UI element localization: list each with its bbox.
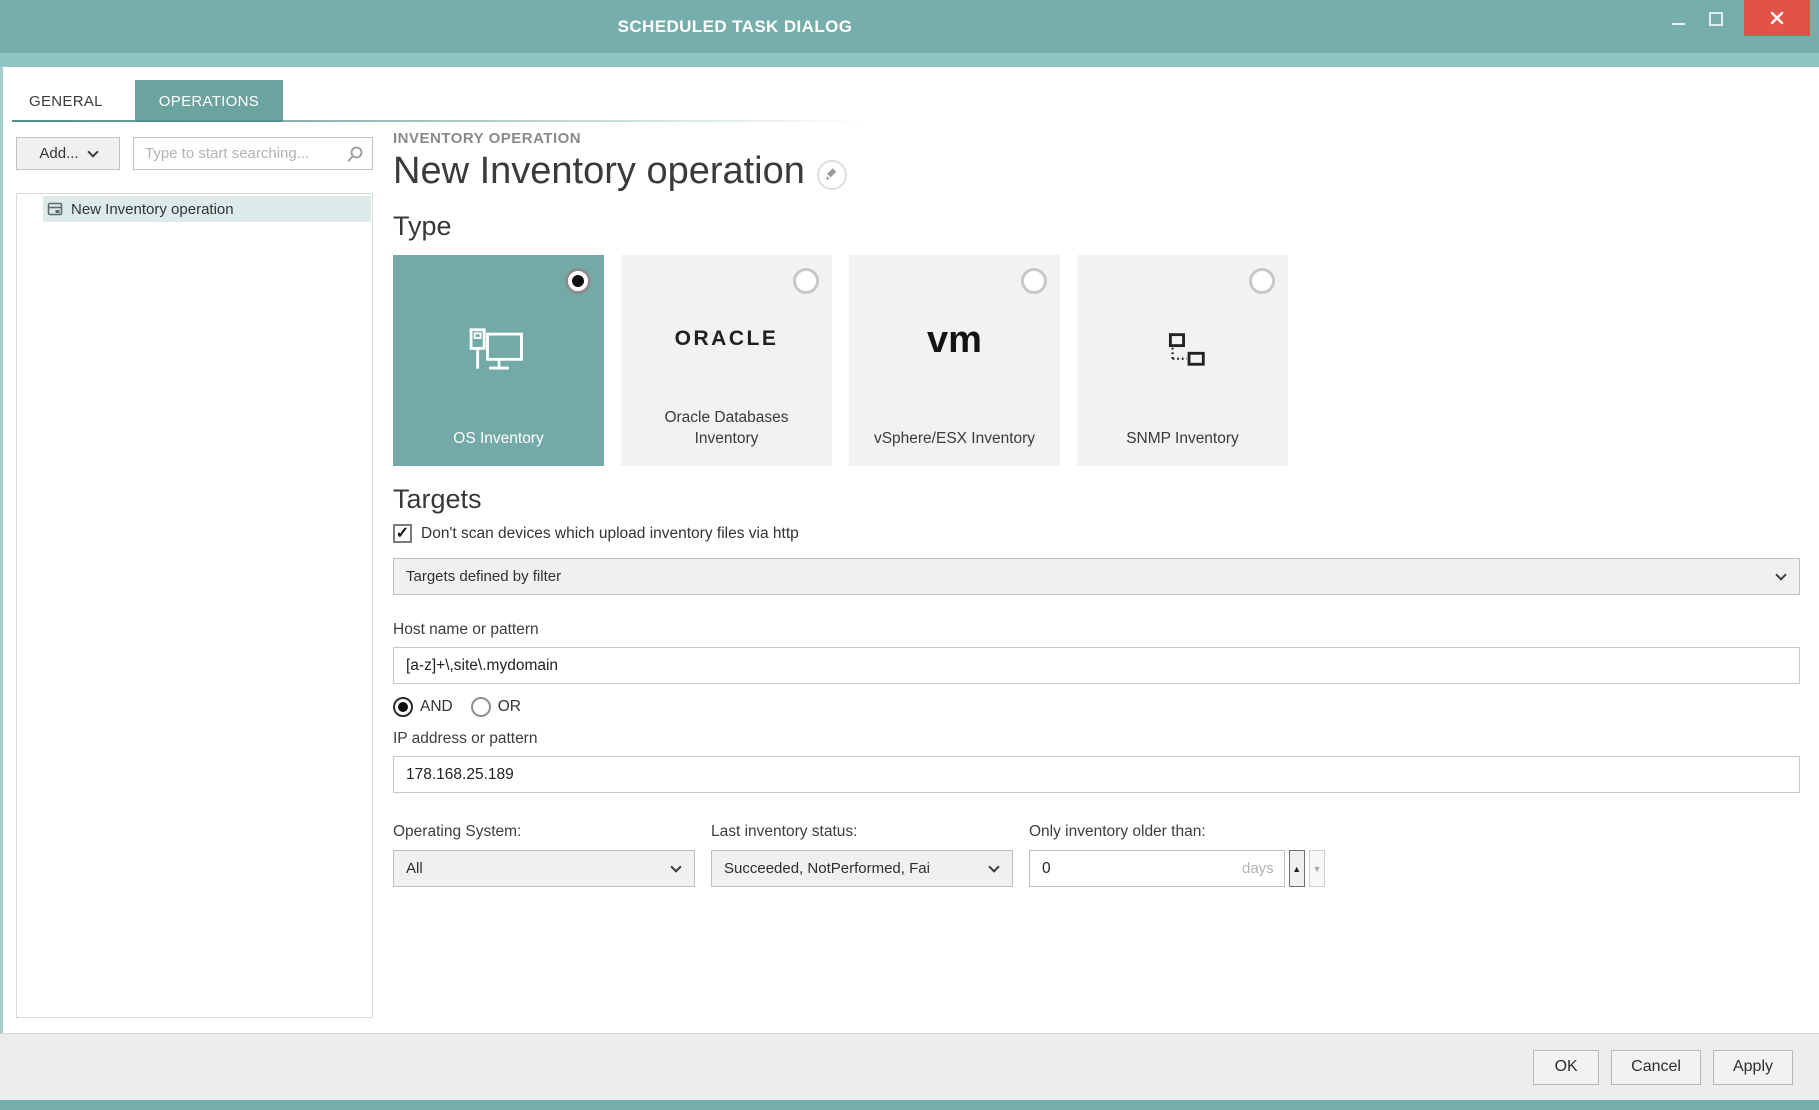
operation-icon (47, 202, 63, 215)
radio-os-inventory[interactable] (565, 268, 591, 294)
operating-system-value: All (406, 860, 423, 877)
chevron-down-icon (86, 145, 99, 158)
card-vsphere-esx[interactable]: vm vSphere/ESX Inventory (849, 255, 1060, 466)
operating-system-select[interactable]: All (393, 850, 695, 887)
radio-dot (398, 702, 408, 712)
spin-up-button[interactable]: ▲ (1288, 850, 1305, 887)
ip-pattern-input[interactable] (393, 756, 1800, 793)
and-radio[interactable] (393, 697, 413, 717)
type-heading: Type (393, 211, 452, 241)
card-label: Oracle Databases Inventory (664, 409, 789, 448)
chevron-down-icon (988, 860, 1000, 873)
card-label: SNMP Inventory (1126, 430, 1239, 448)
os-inventory-icon (469, 328, 523, 370)
sidebar: Add... New Inventory operation (16, 137, 373, 1018)
search-box[interactable] (133, 137, 373, 170)
inventory-older-label: Only inventory older than: (1029, 823, 1206, 840)
card-label: vSphere/ESX Inventory (873, 430, 1036, 448)
type-cards: OS Inventory ORACLE Oracle Databases Inv… (393, 255, 1800, 466)
sidebar-toolbar: Add... (16, 137, 373, 170)
inventory-status-value: Succeeded, NotPerformed, Fai (724, 860, 930, 877)
operating-system-label: Operating System: (393, 823, 522, 840)
maximize-button[interactable] (1698, 0, 1734, 38)
radio-oracle-databases[interactable] (793, 268, 819, 294)
main-content: INVENTORY OPERATION New Inventory operat… (393, 130, 1800, 887)
inventory-older-field: Only inventory older than: days ▲ ▼ (1029, 823, 1325, 887)
oracle-logo: ORACLE (674, 327, 779, 350)
and-radio-label: AND (420, 698, 453, 715)
search-icon (347, 146, 363, 162)
arrow-up-icon: ▲ (1292, 863, 1302, 874)
inventory-status-field: Last inventory status: Succeeded, NotPer… (711, 823, 1013, 887)
snmp-icon (1168, 333, 1205, 366)
logic-radio-group: AND OR (393, 697, 1800, 717)
chevron-down-icon (670, 860, 682, 873)
check-icon: ✓ (395, 524, 410, 542)
radio-dot (572, 275, 584, 287)
host-pattern-input[interactable] (393, 647, 1800, 684)
left-accent-edge (0, 67, 3, 1100)
list-item-new-inventory-operation[interactable]: New Inventory operation (43, 196, 371, 222)
titlebar-accent-strip (0, 53, 1819, 67)
radio-snmp-inventory[interactable] (1249, 268, 1275, 294)
targets-heading: Targets (393, 484, 482, 514)
card-os-inventory[interactable]: OS Inventory (393, 255, 604, 466)
page-title: New Inventory operation (393, 150, 805, 192)
or-radio[interactable] (470, 697, 491, 717)
title-row: New Inventory operation (393, 150, 1800, 193)
inventory-status-select[interactable]: Succeeded, NotPerformed, Fai (711, 850, 1013, 887)
tab-underline (12, 120, 870, 122)
filter-options-row: Operating System: All Last inventory sta… (393, 823, 1800, 887)
http-upload-checkbox-label: Don't scan devices which upload inventor… (421, 524, 799, 542)
tab-bar: GENERAL OPERATIONS (0, 80, 284, 122)
or-radio-label: OR (497, 698, 521, 715)
scheduled-task-dialog: SCHEDULED TASK DIALOG GENERAL OPERATIONS… (0, 0, 1819, 1110)
list-item-label: New Inventory operation (71, 200, 234, 218)
radio-option-and[interactable]: AND (393, 697, 453, 717)
close-icon (1770, 11, 1784, 25)
chevron-down-icon (1775, 568, 1787, 581)
edit-title-button[interactable] (816, 159, 847, 190)
operations-list-panel: New Inventory operation (16, 193, 373, 1018)
card-oracle-databases[interactable]: ORACLE Oracle Databases Inventory (621, 255, 832, 466)
apply-button[interactable]: Apply (1712, 1049, 1793, 1085)
radio-option-or[interactable]: OR (470, 697, 521, 717)
radio-vsphere-esx[interactable] (1021, 268, 1047, 294)
spin-down-button[interactable]: ▼ (1308, 850, 1325, 887)
days-input-box[interactable]: days (1029, 850, 1285, 887)
inventory-status-label: Last inventory status: (711, 823, 858, 840)
http-upload-checkbox[interactable]: ✓ (393, 524, 412, 543)
targets-filter-select[interactable]: Targets defined by filter (393, 558, 1800, 595)
minimize-button[interactable] (1660, 0, 1696, 38)
days-input[interactable] (1042, 859, 1242, 878)
minimize-icon (1671, 23, 1685, 25)
cancel-button[interactable]: Cancel (1611, 1049, 1701, 1085)
search-input[interactable] (145, 145, 346, 162)
titlebar: SCHEDULED TASK DIALOG (0, 0, 1819, 53)
days-unit-label: days (1242, 860, 1274, 877)
pencil-icon (826, 168, 837, 180)
tab-operations[interactable]: OPERATIONS (134, 80, 284, 122)
add-button-label: Add... (39, 145, 79, 162)
operating-system-field: Operating System: All (393, 823, 695, 887)
card-label: OS Inventory (453, 430, 544, 448)
maximize-icon (1709, 12, 1723, 26)
close-button[interactable] (1744, 0, 1810, 36)
targets-filter-value: Targets defined by filter (406, 568, 562, 585)
ip-pattern-label: IP address or pattern (393, 730, 538, 747)
inventory-older-group: days ▲ ▼ (1029, 850, 1325, 887)
arrow-down-icon: ▼ (1312, 863, 1322, 874)
bottom-accent-bar (0, 1100, 1819, 1110)
host-pattern-label: Host name or pattern (393, 621, 539, 638)
add-button[interactable]: Add... (16, 137, 120, 170)
http-upload-checkbox-row: ✓ Don't scan devices which upload invent… (393, 524, 1800, 543)
vmware-logo: vm (927, 319, 982, 361)
card-snmp-inventory[interactable]: SNMP Inventory (1077, 255, 1288, 466)
tab-general[interactable]: GENERAL (25, 80, 107, 122)
ok-button[interactable]: OK (1533, 1049, 1600, 1085)
section-kicker: INVENTORY OPERATION (393, 130, 582, 147)
dialog-footer: OK Cancel Apply (0, 1033, 1819, 1100)
window-title: SCHEDULED TASK DIALOG (617, 17, 853, 36)
